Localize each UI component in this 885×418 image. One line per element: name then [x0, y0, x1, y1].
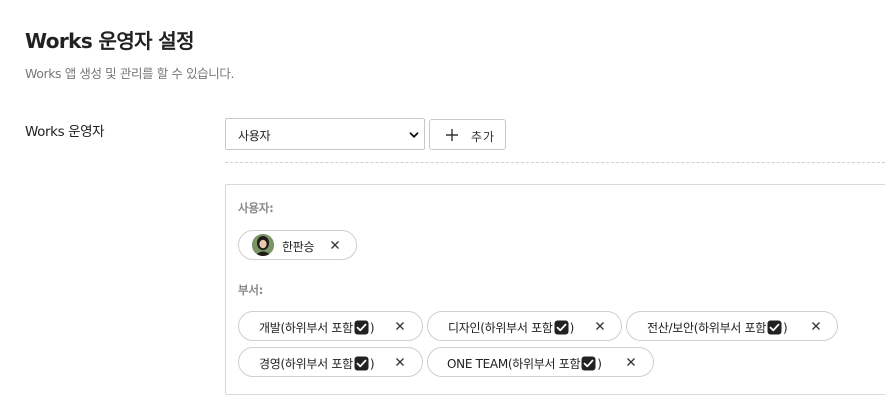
close-icon[interactable] [395, 321, 405, 331]
department-label: ONE TEAM(하위부서 포함) [447, 356, 602, 371]
close-icon[interactable] [330, 240, 340, 250]
department-chip: 디자인(하위부서 포함) [427, 311, 622, 341]
checkbox-checked-icon [767, 320, 782, 335]
works-admin-label: Works 운영자 [25, 124, 105, 140]
checkbox-checked-icon [354, 356, 369, 371]
close-icon[interactable] [395, 357, 405, 367]
selected-members-panel: 사용자: 한판승 부서: 개발(하위부서 포함) 디자인(하위부서 포함) 전산… [225, 184, 885, 395]
department-chip: ONE TEAM(하위부서 포함) [427, 347, 654, 377]
add-button-label: 추가 [471, 130, 496, 144]
department-chip: 경영(하위부서 포함) [238, 347, 423, 377]
users-section-title: 사용자: [238, 201, 274, 215]
user-chip: 한판승 [238, 230, 357, 260]
close-icon[interactable] [811, 321, 821, 331]
member-type-select[interactable]: 사용자 [225, 118, 425, 150]
department-label: 경영(하위부서 포함) [259, 356, 375, 371]
avatar [252, 234, 274, 256]
plus-icon [446, 129, 458, 141]
department-label: 디자인(하위부서 포함) [448, 320, 574, 335]
close-icon[interactable] [595, 321, 605, 331]
add-button[interactable]: 추가 [429, 119, 506, 150]
department-label: 개발(하위부서 포함) [259, 320, 375, 335]
checkbox-checked-icon [354, 320, 369, 335]
chevron-down-icon [409, 132, 419, 138]
department-chip: 전산/보안(하위부서 포함) [626, 311, 838, 341]
page-title: Works 운영자 설정 [25, 29, 194, 53]
checkbox-checked-icon [581, 356, 596, 371]
close-icon[interactable] [626, 357, 636, 367]
user-name: 한판승 [282, 240, 315, 254]
divider [225, 162, 885, 163]
department-label: 전산/보안(하위부서 포함) [647, 320, 788, 335]
member-type-value: 사용자 [238, 129, 271, 143]
checkbox-checked-icon [554, 320, 569, 335]
departments-section-title: 부서: [238, 283, 264, 297]
department-chip: 개발(하위부서 포함) [238, 311, 423, 341]
page-description: Works 앱 생성 및 관리를 할 수 있습니다. [25, 66, 235, 81]
